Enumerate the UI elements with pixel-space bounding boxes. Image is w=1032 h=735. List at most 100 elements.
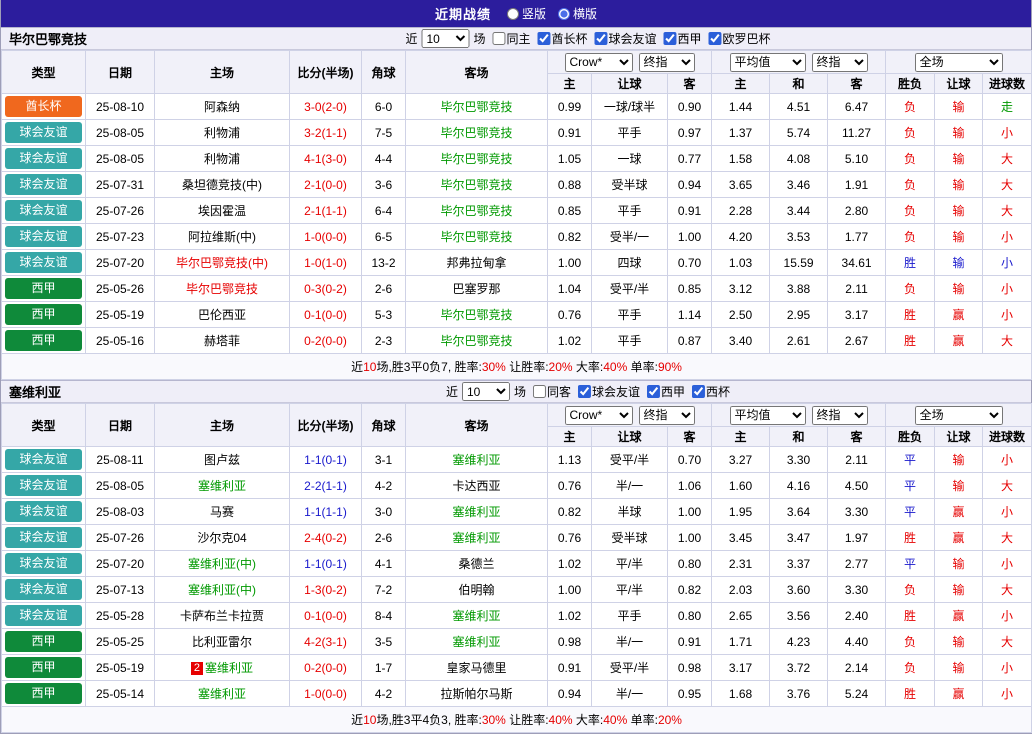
home-team-link[interactable]: 马赛 [155,499,290,525]
avg-value-select[interactable]: 平均值 [730,406,806,425]
filter-checkbox-0-4[interactable]: 欧罗巴杯 [704,30,771,47]
column-header: 客场 [406,404,548,447]
away-team-link[interactable]: 毕尔巴鄂竞技 [406,302,548,328]
home-team-link[interactable]: 赫塔菲 [155,328,290,354]
home-team-link[interactable]: 阿拉维斯(中) [155,224,290,250]
away-team-link[interactable]: 毕尔巴鄂竞技 [406,120,548,146]
filter-checkbox-0-2[interactable]: 球会友谊 [590,30,657,47]
layout-radio-vertical[interactable]: 竖版 [507,5,546,22]
away-team-link[interactable]: 邦弗拉甸拿 [406,250,548,276]
away-team-link[interactable]: 毕尔巴鄂竞技 [406,172,548,198]
column-header: 比分(半场) [290,51,362,94]
match-date: 25-07-20 [86,551,155,577]
layout-radio-horizontal[interactable]: 横版 [558,5,597,22]
odds-company-select[interactable]: Crow* [565,406,633,425]
odds-home: 0.82 [548,499,592,525]
fulltime-select[interactable]: 全场 [915,53,1003,72]
home-team-link[interactable]: 塞维利亚 [155,681,290,707]
result-winloss: 负 [886,577,935,603]
away-team-link[interactable]: 拉斯帕尔马斯 [406,681,548,707]
layout-radio-vertical-input[interactable] [507,8,519,20]
odds-terminal-select[interactable]: 终指 [639,406,695,425]
filter-checkbox-0-0-input[interactable] [492,32,505,45]
match-date: 25-08-05 [86,473,155,499]
sub-column-header: 客 [668,74,712,94]
result-winloss: 负 [886,146,935,172]
away-team-link[interactable]: 伯明翰 [406,577,548,603]
avg-away: 2.67 [828,328,886,354]
away-team-link[interactable]: 毕尔巴鄂竞技 [406,328,548,354]
away-team-link[interactable]: 毕尔巴鄂竞技 [406,198,548,224]
competition-badge: 球会友谊 [5,122,82,143]
result-winloss: 胜 [886,525,935,551]
filter-checkbox-1-1-input[interactable] [578,385,591,398]
home-team-link[interactable]: 利物浦 [155,146,290,172]
home-team-link[interactable]: 塞维利亚(中) [155,577,290,603]
avg-home: 2.50 [712,302,770,328]
avg-home: 2.03 [712,577,770,603]
home-team-link[interactable]: 沙尔克04 [155,525,290,551]
filter-checkbox-1-0-input[interactable] [533,385,546,398]
home-team-link[interactable]: 图卢兹 [155,447,290,473]
home-team-link[interactable]: 埃因霍温 [155,198,290,224]
filter-checkbox-1-2[interactable]: 西甲 [642,383,685,400]
filter-checkbox-0-2-input[interactable] [595,32,608,45]
odds-handicap: 一球/球半 [592,94,668,120]
avg-away: 3.30 [828,577,886,603]
avg-draw: 4.51 [770,94,828,120]
fulltime-select[interactable]: 全场 [915,406,1003,425]
odds-company-select[interactable]: Crow* [565,53,633,72]
away-team-link[interactable]: 塞维利亚 [406,603,548,629]
filter-checkbox-1-3-input[interactable] [692,385,705,398]
home-team-link[interactable]: 塞维利亚 [155,473,290,499]
results-table: 类型日期主场比分(半场)角球客场Crow*终指平均值终指全场主让球客主和客胜负让… [1,50,1032,380]
away-team-link[interactable]: 塞维利亚 [406,499,548,525]
filter-checkbox-1-1[interactable]: 球会友谊 [573,383,640,400]
home-team-link[interactable]: 比利亚雷尔 [155,629,290,655]
avg-value-select[interactable]: 平均值 [730,53,806,72]
away-team-link[interactable]: 毕尔巴鄂竞技 [406,94,548,120]
away-team-link[interactable]: 塞维利亚 [406,525,548,551]
odds-header-group: 平均值终指 [712,404,886,427]
avg-terminal-select[interactable]: 终指 [812,406,868,425]
home-team-link[interactable]: 塞维利亚(中) [155,551,290,577]
odds-handicap: 平手 [592,302,668,328]
home-team-link[interactable]: 利物浦 [155,120,290,146]
match-score: 0-3(0-2) [290,276,362,302]
filter-checkbox-1-0[interactable]: 同客 [528,383,571,400]
away-team-link[interactable]: 皇家马德里 [406,655,548,681]
away-team-link[interactable]: 巴塞罗那 [406,276,548,302]
filter-checkbox-0-0[interactable]: 同主 [487,30,530,47]
odds-terminal-select[interactable]: 终指 [639,53,695,72]
home-team-link[interactable]: 毕尔巴鄂竞技(中) [155,250,290,276]
filter-checkbox-0-1[interactable]: 酋长杯 [532,30,587,47]
avg-terminal-select[interactable]: 终指 [812,53,868,72]
filter-checkbox-1-3[interactable]: 西杯 [687,383,730,400]
home-team-link[interactable]: 阿森纳 [155,94,290,120]
layout-radio-horizontal-input[interactable] [558,8,570,20]
filter-checkbox-0-4-input[interactable] [709,32,722,45]
away-team-link[interactable]: 毕尔巴鄂竞技 [406,224,548,250]
match-count-select[interactable]: 10 [462,382,510,401]
away-team-link[interactable]: 卡达西亚 [406,473,548,499]
odds-away: 1.06 [668,473,712,499]
home-team-link[interactable]: 毕尔巴鄂竞技 [155,276,290,302]
home-team-link[interactable]: 2塞维利亚 [155,655,290,681]
avg-home: 1.68 [712,681,770,707]
filter-checkbox-0-3[interactable]: 西甲 [659,30,702,47]
match-count-select[interactable]: 10 [421,29,469,48]
away-team-link[interactable]: 桑德兰 [406,551,548,577]
away-team-link[interactable]: 塞维利亚 [406,447,548,473]
home-team-link[interactable]: 桑坦德竞技(中) [155,172,290,198]
column-header: 主场 [155,51,290,94]
home-team-link[interactable]: 卡萨布兰卡拉贾 [155,603,290,629]
filter-games-label: 场 [473,30,485,47]
filter-checkbox-0-3-input[interactable] [664,32,677,45]
result-handicap: 输 [935,198,983,224]
filter-checkbox-0-1-input[interactable] [537,32,550,45]
match-score: 2-4(0-2) [290,525,362,551]
away-team-link[interactable]: 毕尔巴鄂竞技 [406,146,548,172]
away-team-link[interactable]: 塞维利亚 [406,629,548,655]
filter-checkbox-1-2-input[interactable] [647,385,660,398]
home-team-link[interactable]: 巴伦西亚 [155,302,290,328]
